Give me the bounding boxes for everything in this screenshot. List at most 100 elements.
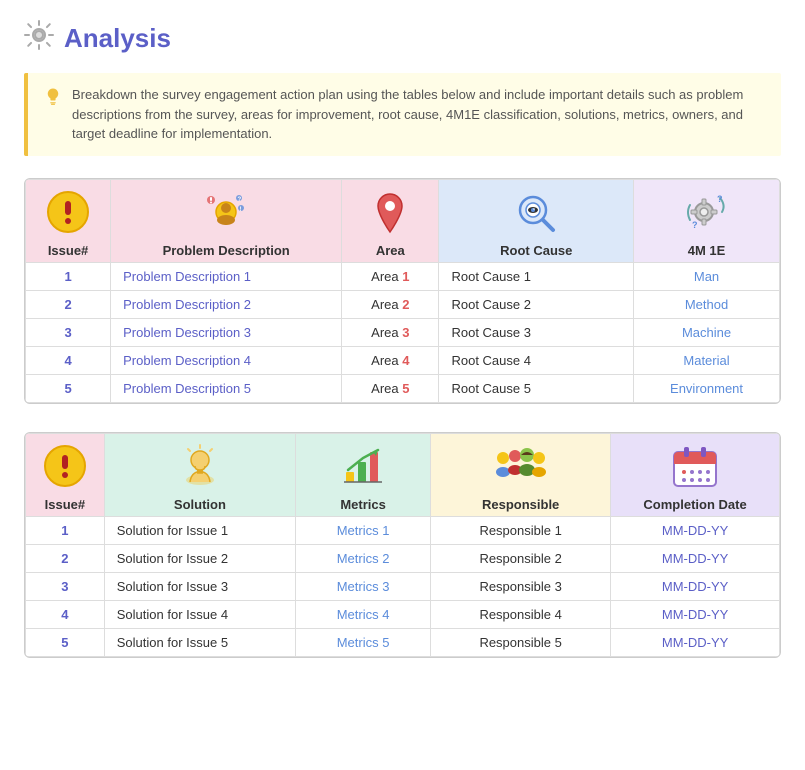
issue2-icon — [32, 444, 98, 493]
t1-issue-cell: 2 — [26, 290, 111, 318]
t1-issue-cell: 3 — [26, 318, 111, 346]
t1-area-cell: Area 5 — [342, 374, 439, 402]
t2-metrics-cell: Metrics 5 — [296, 628, 431, 656]
t1-issue-cell: 4 — [26, 346, 111, 374]
t1-4m1e-cell: Method — [634, 290, 780, 318]
table2-wrapper: Issue# — [24, 432, 781, 658]
th-issue-label: Issue# — [32, 243, 104, 258]
table2-row: 4 Solution for Issue 4 Metrics 4 Respons… — [26, 600, 780, 628]
th-rootcause: Root Cause — [439, 179, 634, 262]
t1-rootcause-cell: Root Cause 3 — [439, 318, 634, 346]
t1-area-cell: Area 3 — [342, 318, 439, 346]
gear-icon — [24, 20, 54, 57]
t2-issue-cell: 2 — [26, 544, 105, 572]
table2-row: 5 Solution for Issue 5 Metrics 5 Respons… — [26, 628, 780, 656]
t2-completion-cell: MM-DD-YY — [611, 572, 780, 600]
svg-text:?: ? — [717, 194, 723, 204]
th-area: Area — [342, 179, 439, 262]
th2-metrics: Metrics — [296, 433, 431, 516]
t2-completion-cell: MM-DD-YY — [611, 516, 780, 544]
table1-row: 2 Problem Description 2 Area 2 Root Caus… — [26, 290, 780, 318]
th2-solution: Solution — [104, 433, 295, 516]
4m1e-icon: ? ? — [640, 190, 773, 239]
th-4m1e: ? ? 4M 1E — [634, 179, 780, 262]
completion-icon — [617, 444, 773, 493]
responsible-icon — [437, 444, 604, 493]
issue-icon — [32, 190, 104, 239]
t2-responsible-cell: Responsible 3 — [431, 572, 611, 600]
t2-responsible-cell: Responsible 1 — [431, 516, 611, 544]
area-icon — [348, 190, 432, 239]
t2-metrics-cell: Metrics 2 — [296, 544, 431, 572]
page-header: Analysis — [24, 20, 781, 57]
t1-problem-cell: Problem Description 4 — [111, 346, 342, 374]
solution-icon — [111, 444, 289, 493]
table2-row: 2 Solution for Issue 2 Metrics 2 Respons… — [26, 544, 780, 572]
th-4m1e-label: 4M 1E — [640, 243, 773, 258]
t2-solution-cell: Solution for Issue 3 — [104, 572, 295, 600]
th2-metrics-label: Metrics — [302, 497, 424, 512]
t2-responsible-cell: Responsible 5 — [431, 628, 611, 656]
t1-4m1e-cell: Machine — [634, 318, 780, 346]
th-rootcause-label: Root Cause — [445, 243, 627, 258]
t1-problem-cell: Problem Description 5 — [111, 374, 342, 402]
svg-text:?: ? — [238, 197, 242, 203]
t2-issue-cell: 5 — [26, 628, 105, 656]
table1-row: 5 Problem Description 5 Area 5 Root Caus… — [26, 374, 780, 402]
t1-problem-cell: Problem Description 1 — [111, 262, 342, 290]
svg-text:!: ! — [240, 207, 242, 213]
table1-wrapper: Issue# — [24, 178, 781, 404]
th2-issue: Issue# — [26, 433, 105, 516]
t2-issue-cell: 1 — [26, 516, 105, 544]
t1-rootcause-cell: Root Cause 5 — [439, 374, 634, 402]
rootcause-icon — [445, 190, 627, 239]
table2-row: 3 Solution for Issue 3 Metrics 3 Respons… — [26, 572, 780, 600]
t1-problem-cell: Problem Description 3 — [111, 318, 342, 346]
svg-text:?: ? — [692, 220, 698, 230]
t1-issue-cell: 5 — [26, 374, 111, 402]
t1-rootcause-cell: Root Cause 4 — [439, 346, 634, 374]
t2-completion-cell: MM-DD-YY — [611, 600, 780, 628]
t1-4m1e-cell: Man — [634, 262, 780, 290]
info-box-text: Breakdown the survey engagement action p… — [72, 85, 765, 144]
t2-issue-cell: 4 — [26, 600, 105, 628]
t2-issue-cell: 3 — [26, 572, 105, 600]
th2-responsible-label: Responsible — [437, 497, 604, 512]
t2-metrics-cell: Metrics 3 — [296, 572, 431, 600]
t1-rootcause-cell: Root Cause 2 — [439, 290, 634, 318]
table1-row: 1 Problem Description 1 Area 1 Root Caus… — [26, 262, 780, 290]
th2-responsible: Responsible — [431, 433, 611, 516]
table1-row: 4 Problem Description 4 Area 4 Root Caus… — [26, 346, 780, 374]
t2-solution-cell: Solution for Issue 1 — [104, 516, 295, 544]
t1-4m1e-cell: Environment — [634, 374, 780, 402]
t1-4m1e-cell: Material — [634, 346, 780, 374]
t2-metrics-cell: Metrics 4 — [296, 600, 431, 628]
lightbulb-icon — [44, 87, 62, 110]
t2-completion-cell: MM-DD-YY — [611, 544, 780, 572]
t1-problem-cell: Problem Description 2 — [111, 290, 342, 318]
t2-metrics-cell: Metrics 1 — [296, 516, 431, 544]
page-title: Analysis — [64, 23, 171, 54]
t1-rootcause-cell: Root Cause 1 — [439, 262, 634, 290]
th-problem-label: Problem Description — [117, 243, 335, 258]
table2-row: 1 Solution for Issue 1 Metrics 1 Respons… — [26, 516, 780, 544]
table2: Issue# — [25, 433, 780, 657]
th2-solution-label: Solution — [111, 497, 289, 512]
t1-area-cell: Area 1 — [342, 262, 439, 290]
t2-solution-cell: Solution for Issue 4 — [104, 600, 295, 628]
t2-solution-cell: Solution for Issue 5 — [104, 628, 295, 656]
info-box: Breakdown the survey engagement action p… — [24, 73, 781, 156]
t1-area-cell: Area 4 — [342, 346, 439, 374]
t2-responsible-cell: Responsible 4 — [431, 600, 611, 628]
th-area-label: Area — [348, 243, 432, 258]
t1-issue-cell: 1 — [26, 262, 111, 290]
t2-responsible-cell: Responsible 2 — [431, 544, 611, 572]
t2-completion-cell: MM-DD-YY — [611, 628, 780, 656]
t2-solution-cell: Solution for Issue 2 — [104, 544, 295, 572]
t1-area-cell: Area 2 — [342, 290, 439, 318]
th2-completion-label: Completion Date — [617, 497, 773, 512]
th-problem: ? ! Problem Description — [111, 179, 342, 262]
problem-icon: ? ! — [117, 190, 335, 239]
th2-issue-label: Issue# — [32, 497, 98, 512]
table1-row: 3 Problem Description 3 Area 3 Root Caus… — [26, 318, 780, 346]
